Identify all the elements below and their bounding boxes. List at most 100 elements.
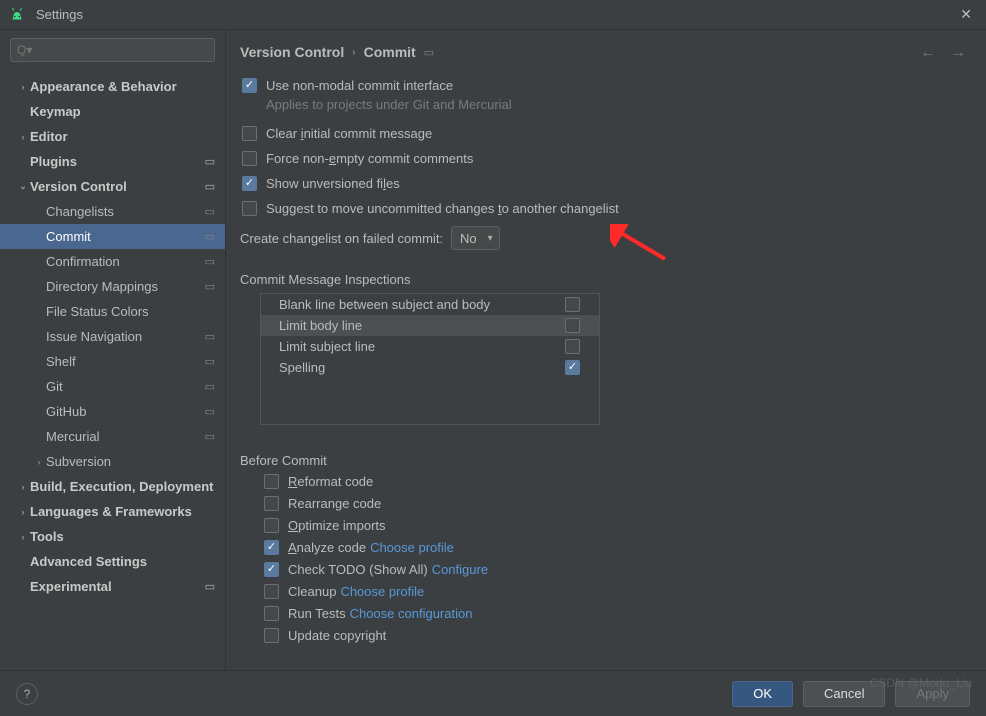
option-label: Analyze code bbox=[288, 540, 366, 555]
forward-icon[interactable]: → bbox=[950, 44, 966, 62]
before-commit-item[interactable]: Run Tests Choose configuration bbox=[262, 606, 966, 621]
breadcrumb: Version Control › Commit ▭ bbox=[240, 44, 966, 60]
sidebar-item-github[interactable]: GitHub▭ bbox=[0, 399, 225, 424]
before-commit-list: Reformat code Rearrange code Optimize impo… bbox=[262, 474, 966, 643]
configure-link[interactable]: Configure bbox=[432, 562, 488, 577]
option-label: Run Tests bbox=[288, 606, 346, 621]
before-commit-item[interactable]: Update copyright bbox=[262, 628, 966, 643]
suggest-move-checkbox[interactable]: Suggest to move uncommitted changes to a… bbox=[240, 201, 966, 216]
sidebar-item-label: Commit bbox=[46, 229, 205, 244]
before-commit-item[interactable]: CleanupChoose profile bbox=[262, 584, 966, 599]
sidebar-item-issue-navigation[interactable]: Issue Navigation▭ bbox=[0, 324, 225, 349]
option-label: Use non-modal commit interface bbox=[266, 78, 453, 93]
sidebar-item-build-execution-deployment[interactable]: ›Build, Execution, Deployment bbox=[0, 474, 225, 499]
option-label: Suggest to move uncommitted changes to a… bbox=[266, 201, 619, 216]
window-title: Settings bbox=[36, 7, 83, 22]
configure-link[interactable]: Choose configuration bbox=[350, 606, 473, 621]
sidebar-item-confirmation[interactable]: Confirmation▭ bbox=[0, 249, 225, 274]
before-commit-item[interactable]: Check TODO (Show All) Configure bbox=[262, 562, 966, 577]
scope-icon: ▭ bbox=[205, 430, 215, 443]
checkbox-icon bbox=[242, 78, 257, 93]
inspections-list[interactable]: Blank line between subject and body Limit… bbox=[260, 293, 600, 425]
show-unversioned-checkbox[interactable]: Show unversioned files bbox=[240, 176, 966, 191]
before-commit-item[interactable]: Optimize imports bbox=[262, 518, 966, 533]
checkbox-icon bbox=[264, 474, 279, 489]
inspection-label: Blank line between subject and body bbox=[279, 297, 490, 312]
sidebar-item-directory-mappings[interactable]: Directory Mappings▭ bbox=[0, 274, 225, 299]
configure-link[interactable]: Choose profile bbox=[370, 540, 454, 555]
create-changelist-select[interactable]: No bbox=[451, 226, 500, 250]
sidebar-item-label: Issue Navigation bbox=[46, 329, 205, 344]
checkbox-icon bbox=[264, 518, 279, 533]
back-icon[interactable]: ← bbox=[920, 44, 936, 62]
sidebar-item-subversion[interactable]: ›Subversion bbox=[0, 449, 225, 474]
option-label: Update copyright bbox=[288, 628, 386, 643]
scope-icon: ▭ bbox=[205, 280, 215, 293]
force-nonempty-checkbox[interactable]: Force non-empty commit comments bbox=[240, 151, 966, 166]
sidebar-item-version-control[interactable]: ⌄Version Control▭ bbox=[0, 174, 225, 199]
sidebar-item-label: Shelf bbox=[46, 354, 205, 369]
inspection-label: Limit subject line bbox=[279, 339, 375, 354]
configure-link[interactable]: Choose profile bbox=[340, 584, 424, 599]
scope-icon: ▭ bbox=[205, 580, 215, 593]
sidebar-item-label: Languages & Frameworks bbox=[30, 504, 215, 519]
scope-icon: ▭ bbox=[205, 155, 215, 168]
inspection-row[interactable]: Limit subject line bbox=[261, 336, 599, 357]
clear-initial-checkbox[interactable]: Clear initial commit message bbox=[240, 126, 966, 141]
inspection-row[interactable]: Blank line between subject and body bbox=[261, 294, 599, 315]
checkbox-icon bbox=[264, 562, 279, 577]
sidebar-item-languages-frameworks[interactable]: ›Languages & Frameworks bbox=[0, 499, 225, 524]
sidebar-item-label: Plugins bbox=[30, 154, 205, 169]
chevron-icon: ⌄ bbox=[16, 181, 30, 192]
settings-tree: ›Appearance & BehaviorKeymap›EditorPlugi… bbox=[0, 70, 225, 670]
checkbox-icon[interactable] bbox=[565, 318, 580, 333]
scope-icon: ▭ bbox=[205, 180, 215, 193]
sidebar-item-plugins[interactable]: Plugins▭ bbox=[0, 149, 225, 174]
sidebar-item-changelists[interactable]: Changelists▭ bbox=[0, 199, 225, 224]
sidebar-item-git[interactable]: Git▭ bbox=[0, 374, 225, 399]
dialog-footer: ? OK Cancel Apply bbox=[0, 670, 986, 716]
sidebar-item-label: Mercurial bbox=[46, 429, 205, 444]
sidebar-item-label: Editor bbox=[30, 129, 215, 144]
option-label: Check TODO (Show All) bbox=[288, 562, 428, 577]
sidebar-item-label: Keymap bbox=[30, 104, 215, 119]
sidebar-item-file-status-colors[interactable]: File Status Colors bbox=[0, 299, 225, 324]
sidebar-item-commit[interactable]: Commit▭ bbox=[0, 224, 225, 249]
help-button[interactable]: ? bbox=[16, 683, 38, 705]
sidebar-item-label: Appearance & Behavior bbox=[30, 79, 215, 94]
use-nonmodal-checkbox[interactable]: Use non-modal commit interface bbox=[240, 78, 966, 93]
sidebar-item-appearance-behavior[interactable]: ›Appearance & Behavior bbox=[0, 74, 225, 99]
before-commit-item[interactable]: Rearrange code bbox=[262, 496, 966, 511]
search-input[interactable] bbox=[10, 38, 215, 62]
sidebar-item-label: Subversion bbox=[46, 454, 215, 469]
checkbox-icon bbox=[264, 628, 279, 643]
sidebar-item-advanced-settings[interactable]: Advanced Settings bbox=[0, 549, 225, 574]
inspection-row[interactable]: Spelling bbox=[261, 357, 599, 378]
checkbox-icon[interactable] bbox=[565, 339, 580, 354]
chevron-icon: › bbox=[16, 532, 30, 542]
sidebar-item-label: File Status Colors bbox=[46, 304, 215, 319]
search-field[interactable] bbox=[17, 43, 208, 57]
checkbox-icon[interactable] bbox=[565, 297, 580, 312]
before-commit-item[interactable]: Analyze code Choose profile bbox=[262, 540, 966, 555]
option-label: Show unversioned files bbox=[266, 176, 400, 191]
close-icon[interactable]: ✕ bbox=[954, 6, 978, 23]
breadcrumb-root[interactable]: Version Control bbox=[240, 44, 344, 60]
scope-icon: ▭ bbox=[205, 230, 215, 243]
sidebar-item-label: Tools bbox=[30, 529, 215, 544]
checkbox-icon bbox=[264, 584, 279, 599]
checkbox-icon[interactable] bbox=[565, 360, 580, 375]
sidebar-item-tools[interactable]: ›Tools bbox=[0, 524, 225, 549]
before-commit-item[interactable]: Reformat code bbox=[262, 474, 966, 489]
sidebar-item-mercurial[interactable]: Mercurial▭ bbox=[0, 424, 225, 449]
sidebar-item-shelf[interactable]: Shelf▭ bbox=[0, 349, 225, 374]
chevron-icon: › bbox=[16, 82, 30, 92]
checkbox-icon bbox=[242, 201, 257, 216]
sidebar-item-experimental[interactable]: Experimental▭ bbox=[0, 574, 225, 599]
sidebar-item-editor[interactable]: ›Editor bbox=[0, 124, 225, 149]
sidebar-item-keymap[interactable]: Keymap bbox=[0, 99, 225, 124]
option-label: Optimize imports bbox=[288, 518, 386, 533]
inspection-row[interactable]: Limit body line bbox=[261, 315, 599, 336]
use-nonmodal-hint: Applies to projects under Git and Mercur… bbox=[266, 97, 966, 112]
ok-button[interactable]: OK bbox=[732, 681, 793, 707]
